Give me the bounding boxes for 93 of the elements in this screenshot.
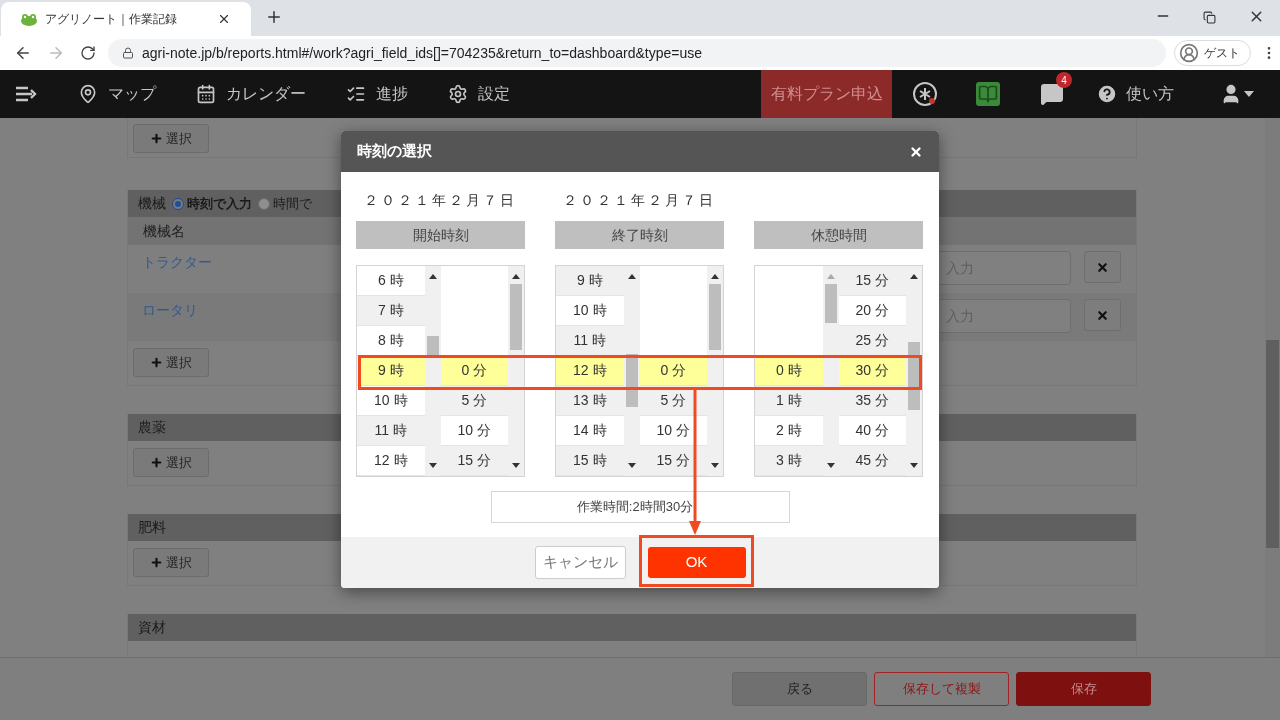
time-option[interactable]: 11 時 [556, 326, 624, 356]
plus-icon [150, 556, 163, 569]
time-option[interactable]: 45 分 [838, 446, 907, 476]
address-field[interactable]: agri-note.jp/b/reports.html#/work?agri_field_ids[]=704235&return_to=dashboard&type=use [108, 39, 1166, 67]
settings-icon [448, 84, 468, 104]
column-header: 休憩時間 [754, 221, 923, 249]
plus-icon [150, 132, 163, 145]
time-option[interactable]: 15 時 [556, 446, 624, 476]
checklist-icon [346, 84, 366, 104]
scroll-down-icon[interactable] [512, 463, 521, 468]
scroll-down-icon[interactable] [711, 463, 720, 468]
time-option[interactable]: 3 時 [755, 446, 823, 476]
remove-button[interactable] [1084, 299, 1121, 331]
time-option[interactable]: 35 分 [838, 386, 907, 416]
restore-icon[interactable] [1203, 11, 1216, 24]
time-option[interactable]: 0 時 [755, 356, 823, 386]
scrollbar-thumb[interactable] [426, 336, 439, 355]
save-button[interactable]: 保存 [1016, 672, 1151, 706]
browser-tab[interactable]: アグリノート｜作業記録 [1, 2, 251, 36]
time-option[interactable]: 0 分 [639, 356, 708, 386]
time-option[interactable]: 5 分 [440, 386, 509, 416]
time-option[interactable]: 7 時 [357, 296, 425, 326]
close-icon [1096, 308, 1109, 322]
ok-button[interactable]: OK [647, 547, 746, 578]
scroll-up-icon[interactable] [910, 274, 919, 279]
scroll-down-icon[interactable] [428, 463, 437, 468]
scrollbar-thumb[interactable] [709, 284, 722, 350]
scrollbar-thumb[interactable] [824, 284, 837, 323]
time-option[interactable]: 15 分 [838, 266, 907, 296]
calendar-icon [196, 84, 216, 104]
plus-icon [150, 456, 163, 469]
time-option[interactable]: 25 分 [838, 326, 907, 356]
time-option[interactable]: 12 時 [556, 356, 624, 386]
scroll-down-icon[interactable] [910, 463, 919, 468]
scroll-up-icon[interactable] [512, 274, 521, 279]
dialog-title: 時刻の選択 [357, 141, 432, 162]
reload-icon[interactable] [80, 45, 96, 61]
nav-link[interactable]: カレンダー [196, 82, 306, 106]
frog-icon [21, 12, 37, 26]
work-time-total: 作業時間:2時間30分 [490, 491, 790, 523]
scrollbar-thumb[interactable] [625, 354, 638, 407]
section-title: 機械 [138, 194, 166, 213]
time-option[interactable]: 9 時 [357, 356, 425, 386]
time-option[interactable]: 9 時 [556, 266, 624, 296]
help-link[interactable]: 使い方 [1096, 82, 1174, 106]
time-option[interactable]: 1 時 [755, 386, 823, 416]
scroll-down-icon[interactable] [627, 463, 636, 468]
caret-icon [1244, 91, 1254, 97]
time-option[interactable]: 30 分 [838, 356, 907, 386]
url-text: agri-note.jp/b/reports.html#/work?agri_field_ids[]=704235&return_to=dashboard&type=use [142, 43, 702, 63]
asterisk-icon[interactable] [912, 81, 938, 107]
section-title: 資材 [138, 618, 166, 637]
cancel-button[interactable]: キャンセル [534, 546, 626, 579]
close-icon[interactable] [217, 12, 231, 26]
menu-icon[interactable] [16, 86, 38, 102]
scroll-up-icon[interactable] [428, 274, 437, 279]
scroll-up-icon[interactable] [711, 274, 720, 279]
scrollbar-thumb[interactable] [908, 342, 921, 410]
time-option[interactable]: 0 分 [440, 356, 509, 386]
nav-link[interactable]: 設定 [448, 82, 510, 106]
section-title: 農薬 [138, 418, 166, 437]
time-option[interactable]: 15 分 [440, 446, 509, 476]
section-title: 肥料 [138, 518, 166, 537]
date-label: ２０２１年２月７日 [364, 190, 517, 210]
scrollbar-thumb[interactable] [1266, 340, 1279, 548]
map-pin-icon [78, 84, 98, 104]
scroll-down-icon[interactable] [826, 463, 835, 468]
time-option[interactable]: 15 分 [639, 446, 708, 476]
plus-icon [150, 356, 163, 369]
help-icon [1096, 83, 1118, 105]
back-icon[interactable] [14, 44, 32, 62]
close-icon [1096, 260, 1109, 274]
time-option[interactable]: 13 時 [556, 386, 624, 416]
select-button[interactable]: 選択 [133, 348, 209, 377]
new-tab-icon[interactable] [265, 8, 283, 26]
user-icon [1179, 43, 1199, 63]
remove-button[interactable] [1084, 251, 1121, 283]
select-button[interactable]: 選択 [133, 448, 209, 477]
message-icon[interactable] [1040, 82, 1064, 106]
lock-icon [122, 47, 134, 59]
column-header: 開始時刻 [356, 221, 525, 249]
column-header: 終了時刻 [555, 221, 724, 249]
tab-title: アグリノート｜作業記録 [45, 11, 178, 28]
notification-badge: 4 [1056, 72, 1072, 88]
select-button[interactable]: 選択 [133, 548, 209, 577]
time-option[interactable]: 11 時 [357, 416, 425, 446]
date-label: ２０２１年２月７日 [563, 190, 716, 210]
scrollbar-thumb[interactable] [510, 284, 523, 350]
nav-link[interactable]: 進捗 [346, 82, 408, 106]
close-icon[interactable] [909, 144, 923, 159]
scroll-up-icon[interactable] [627, 274, 636, 279]
select-button[interactable]: 選択 [133, 124, 209, 153]
nav-link[interactable]: マップ [78, 82, 156, 106]
